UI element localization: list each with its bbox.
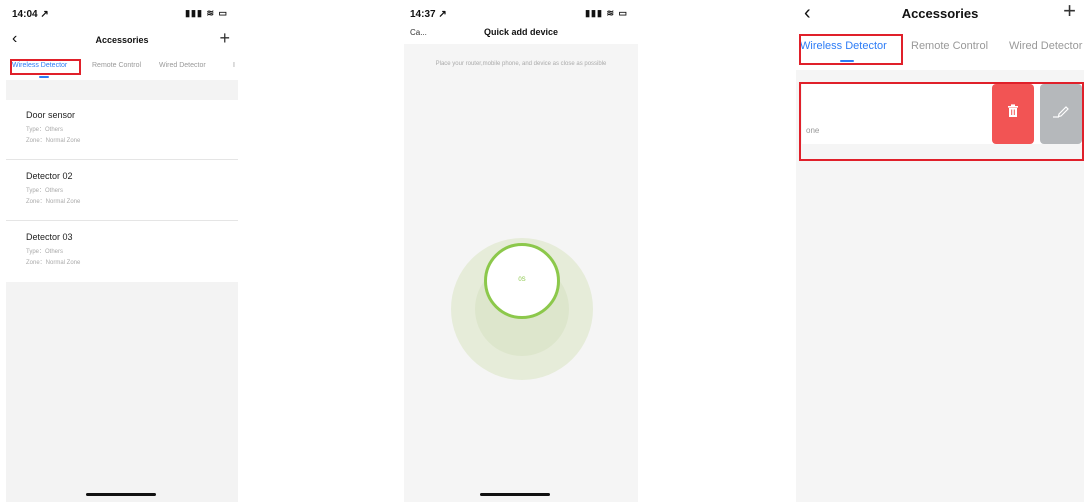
pairing-timer: 0S (518, 277, 526, 283)
tab-underline (39, 76, 49, 78)
list-item[interactable]: Detector 03 Type：Others Zone：Normal Zone (6, 222, 238, 282)
highlight-box (10, 59, 81, 75)
page-title: Quick add device (483, 27, 559, 37)
item-type: Type：Others (26, 127, 64, 133)
tab-remote-control[interactable]: Remote Control (92, 62, 141, 69)
tab-wired-detector[interactable]: Wired Detector (1009, 40, 1082, 52)
chevron-left-icon[interactable]: ‹ (12, 30, 17, 48)
nav-bar: ‹ Accessories + (6, 28, 238, 54)
item-zone: Zone：Normal Zone (26, 199, 81, 205)
item-zone: Zone：Normal Zone (26, 260, 81, 266)
plus-icon[interactable]: + (219, 28, 230, 49)
page-title: Accessories (95, 35, 149, 45)
status-bar: 14:04 ↗ ▮▮▮ ≋ ▭ (6, 0, 238, 28)
item-type: Type：Others (26, 188, 64, 194)
item-type: Type：Others (26, 249, 64, 255)
home-indicator (86, 493, 156, 496)
plus-icon[interactable]: + (1063, 0, 1076, 24)
chevron-left-icon[interactable]: ‹ (804, 2, 811, 25)
placement-hint: Place your router,mobile phone, and devi… (435, 61, 607, 67)
tab-remote-control[interactable]: Remote Control (911, 40, 988, 52)
list-item[interactable]: Door sensor Type：Others Zone：Normal Zone (6, 100, 238, 160)
highlight-box (799, 34, 903, 65)
tab-more[interactable]: I (233, 62, 235, 69)
quick-add-screen: 14:37 ↗ ▮▮▮ ≋ ▭ Ca... Quick add device P… (404, 0, 638, 502)
cancel-button[interactable]: Ca... (410, 28, 427, 37)
item-name: Door sensor (26, 110, 76, 120)
status-icons: ▮▮▮ ≋ ▭ (585, 8, 628, 18)
home-indicator (480, 493, 550, 496)
status-time: 14:37 ↗ (410, 9, 447, 20)
highlight-box (799, 82, 1084, 161)
item-name: Detector 03 (26, 232, 73, 242)
item-zone: Zone：Normal Zone (26, 138, 81, 144)
status-icons: ▮▮▮ ≋ ▭ (185, 8, 228, 18)
nav-bar: ‹ Accessories + (796, 0, 1084, 30)
tab-wired-detector[interactable]: Wired Detector (159, 62, 206, 69)
detector-list: Door sensor Type：Others Zone：Normal Zone… (6, 100, 238, 282)
page-title: Accessories (901, 6, 979, 21)
item-name: Detector 02 (26, 171, 73, 181)
status-time: 14:04 ↗ (12, 9, 49, 20)
nav-bar: Ca... Quick add device (404, 20, 638, 44)
accessories-screen-2: ‹ Accessories + Wireless Detector Remote… (796, 0, 1084, 502)
list-item[interactable]: Detector 02 Type：Others Zone：Normal Zone (6, 161, 238, 221)
accessories-screen-1: 14:04 ↗ ▮▮▮ ≋ ▭ ‹ Accessories + Wireless… (6, 0, 238, 502)
